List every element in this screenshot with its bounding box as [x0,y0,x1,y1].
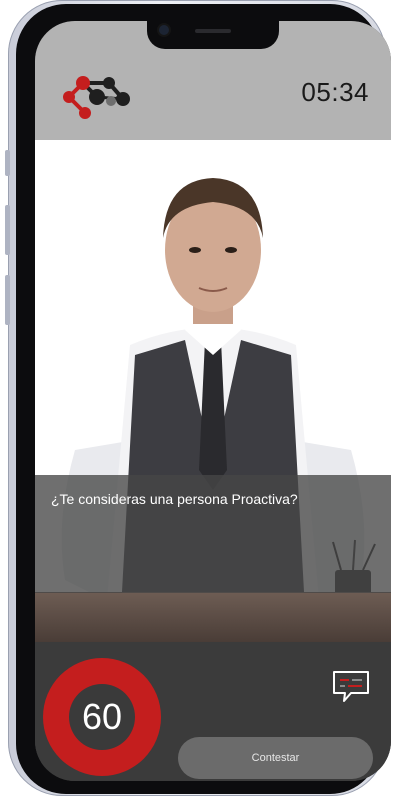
desk-surface [35,592,391,642]
front-camera [159,25,169,35]
earpiece-speaker [195,29,231,33]
answer-button[interactable]: Contestar [178,737,373,779]
network-molecule-logo-icon [63,76,130,119]
mute-switch [5,150,10,176]
volume-down-button [5,275,10,325]
countdown-timer: 60 [43,658,161,776]
question-panel: ¿Te consideras una persona Proactiva? [35,475,391,593]
countdown-value: 60 [81,696,123,737]
controls-bar: 60 Contestar [35,642,391,781]
chat-bubble-icon[interactable] [331,669,371,705]
app-screen: 05:34 ¿Te consideras una persona Proacti… [35,21,391,781]
countdown-inner: 60 [69,684,135,750]
volume-up-button [5,205,10,255]
interview-question: ¿Te consideras una persona Proactiva? [51,491,298,507]
notch [147,21,279,49]
elapsed-timer: 05:34 [301,77,369,107]
